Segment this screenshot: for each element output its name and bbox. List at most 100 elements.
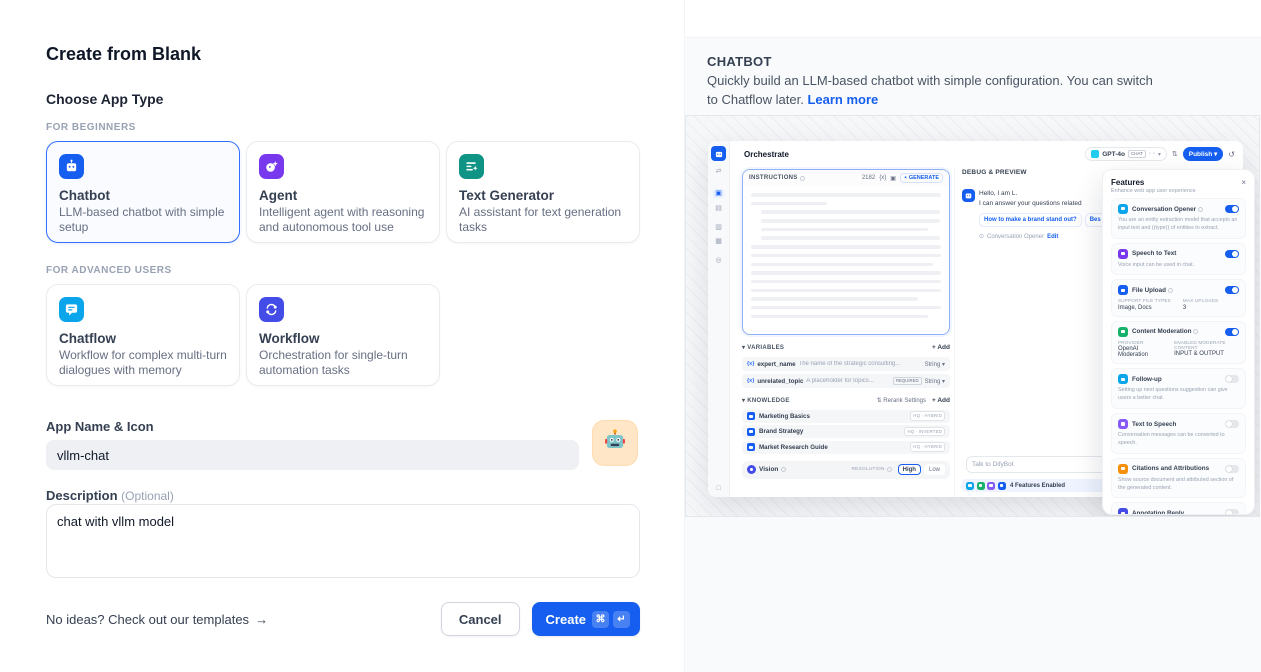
app-type-desc: LLM-based chatbot with simple setup [59,205,227,236]
choose-app-type-label: Choose App Type [46,91,163,107]
generate-button: ⋆ GENERATE [900,173,943,183]
app-type-title: Workflow [259,331,427,346]
text-to-speech-icon [1118,419,1128,429]
browse-templates-link[interactable]: No ideas? Check out our templates → [46,612,268,627]
enter-key-icon: ↵ [613,611,630,628]
variable-insert-icon: {x} [879,175,886,181]
mini-annotation-icon: ▦ [715,238,722,245]
publish-button: Publish ▾ [1183,147,1224,161]
model-mode-badge: CHAT [1128,150,1146,159]
knowledge-row: Market Research Guide HQ · HYBRID [742,441,950,454]
features-panel: Features × Enhance web app user experien… [1102,169,1255,515]
mini-expand-icon: □ [716,485,720,492]
toggle-off [1225,420,1239,428]
info-icon [781,467,786,472]
variable-row: {x} unrelated_topic A placeholder for to… [742,374,950,388]
model-selector: GPT-4o CHAT ◦ ◦ ▾ [1085,147,1167,162]
app-type-desc: Orchestration for single-turn automation… [259,348,427,379]
workflow-icon [259,297,284,322]
resolution-high-button: High [898,464,921,475]
variable-tag-icon: {x} [747,378,754,384]
feature-item-citations: Citations and Attributions Show source d… [1111,458,1246,499]
retrieval-badge: HQ · INVERTED [904,427,945,436]
edit-opener-link: Edit [1047,233,1058,242]
instructions-skeleton [743,186,949,318]
create-app-modal: Create from Blank Choose App Type FOR BE… [0,0,1261,672]
mini-orchestrate-icon: ▣ [713,189,724,198]
app-type-card-chatbot[interactable]: Chatbot LLM-based chatbot with simple se… [46,141,240,243]
chatflow-icon [59,297,84,322]
history-icon: ↺ [1228,150,1235,159]
copy-icon: ▣ [890,175,896,182]
opener-mini-icon [966,482,974,490]
cancel-button[interactable]: Cancel [441,602,520,636]
content-moderation-icon [1118,327,1128,337]
variable-row: {x} expert_name The name of the strategi… [742,357,950,371]
add-knowledge-button: + Add [932,397,950,404]
rerank-settings-button: ⇅ Rerank Settings [877,397,926,404]
knowledge-row: Marketing Basics HQ · HYBRID [742,410,950,423]
description-label: Description (Optional) [46,488,174,503]
app-type-card-workflow[interactable]: Workflow Orchestration for single-turn a… [246,284,440,386]
app-type-preview-pane: CHATBOT Quickly build an LLM-based chatb… [684,0,1261,672]
app-type-title: Chatbot [59,188,227,203]
create-button[interactable]: Create ⌘ ↵ [532,602,640,636]
mini-logs-icon: ▥ [715,224,722,231]
model-provider-icon [1091,150,1099,158]
page-title: Create from Blank [46,44,201,65]
app-type-desc: Intelligent agent with reasoning and aut… [259,205,427,236]
toggle-off [1225,509,1239,515]
app-type-card-chatflow[interactable]: Chatflow Workflow for complex multi-turn… [46,284,240,386]
file-upload-icon [1118,285,1128,295]
mini-switch-icon: ⇄ [716,168,722,175]
variables-header: ▾ VARIABLES + Add [742,340,950,354]
description-optional-label: (Optional) [121,489,174,503]
preview-heading: CHATBOT [707,54,772,69]
retrieval-badge: HQ · HYBRID [910,411,945,420]
learn-more-link[interactable]: Learn more [807,92,878,107]
cmd-key-icon: ⌘ [592,611,609,628]
opener-target-icon: ⊙ [979,233,984,242]
info-icon [887,467,892,472]
orchestrate-config-column: INSTRUCTIONS 2182 {x} ▣ ⋆ GENERATE [742,169,950,479]
preview-description: Quickly build an LLM-based chatbot with … [707,72,1165,110]
app-type-card-agent[interactable]: Agent Intelligent agent with reasoning a… [246,141,440,243]
knowledge-header: ▾ KNOWLEDGE ⇅ Rerank Settings + Add [742,393,950,407]
mini-window-header: Orchestrate GPT-4o CHAT ◦ ◦ ▾ ⇅ Publish … [730,141,1243,167]
feature-item-annotation-reply: Annotation Reply [1111,502,1246,515]
info-icon [1198,207,1203,212]
toggle-off [1225,465,1239,473]
mini-overview-icon: ◎ [715,257,721,264]
toggle-on [1225,205,1239,213]
app-type-card-text-generator[interactable]: Text Generator AI assistant for text gen… [446,141,640,243]
instructions-panel: INSTRUCTIONS 2182 {x} ▣ ⋆ GENERATE [742,169,950,335]
modal-footer: No ideas? Check out our templates → Canc… [46,601,640,637]
description-textarea[interactable]: chat with vllm model [46,504,640,578]
chevron-down-icon: ▾ [1158,151,1161,158]
app-type-desc: AI assistant for text generation tasks [459,205,627,236]
app-name-input[interactable] [46,440,579,470]
text-generator-icon [459,154,484,179]
app-type-title: Agent [259,188,427,203]
mini-sidebar: ⇄ ▣ ▤ ▥ ▦ ◎ □ [708,141,730,497]
add-variable-button: + Add [932,344,950,351]
variable-tag-icon: {x} [747,361,754,367]
feature-item-follow-up: Follow-up Setting up next questions sugg… [1111,368,1246,409]
agent-icon [259,154,284,179]
create-form-pane: Create from Blank Choose App Type FOR BE… [0,0,684,672]
bot-avatar [962,189,975,202]
feature-item-file-upload: File Upload SUPPORT FILE TYPESImage, Doc… [1111,279,1246,317]
toggle-on [1225,250,1239,258]
info-icon [800,176,805,181]
app-icon-picker[interactable] [592,420,638,466]
dataset-icon [747,412,755,420]
vision-icon [747,465,756,474]
feature-item-conversation-opener: Conversation Opener You are an entity ex… [1111,198,1246,239]
follow-up-icon [1118,374,1128,384]
toggle-on [1225,286,1239,294]
for-beginners-label: FOR BEGINNERS [46,122,136,133]
feature-item-speech-to-text: Speech to Text Voice input can be used i… [1111,243,1246,276]
feature-item-text-to-speech: Text to Speech Conversation messages can… [1111,413,1246,454]
annotation-reply-icon [1118,508,1128,515]
toggle-on [1225,328,1239,336]
